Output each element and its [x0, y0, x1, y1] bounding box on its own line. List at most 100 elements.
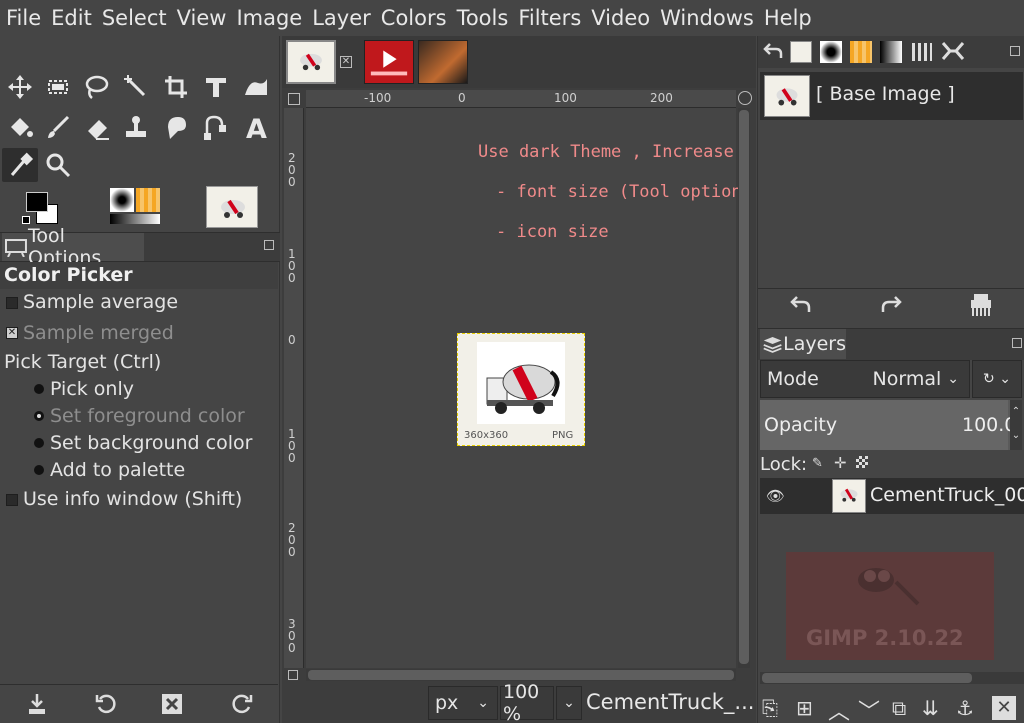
sample-average-checkbox[interactable] — [6, 297, 18, 309]
image-layer[interactable]: 360x360 PNG — [457, 333, 585, 446]
close-tab-icon[interactable]: ✕ — [340, 56, 352, 68]
image-tab-youtube[interactable] — [364, 40, 414, 84]
tab-menu-icon[interactable] — [264, 240, 274, 250]
vertical-scrollbar[interactable] — [738, 108, 750, 668]
composite-mode-select[interactable]: ↻ ⌄ — [972, 360, 1022, 398]
warp-tool-icon[interactable] — [238, 70, 274, 104]
tool-presets-tab-icon[interactable] — [940, 40, 966, 67]
new-layer-icon[interactable]: ⊞ — [796, 696, 813, 720]
brushes-tab-icon[interactable] — [820, 41, 842, 63]
sample-merged-checkbox[interactable]: ✕ — [6, 327, 18, 339]
zoom-input[interactable]: 100 % — [500, 681, 554, 723]
opacity-spinner[interactable]: ⌃ ⌄ — [1010, 400, 1022, 450]
lock-alpha-icon[interactable] — [856, 456, 868, 468]
quick-mask-corner-icon[interactable] — [288, 93, 300, 105]
layers-hscrollbar[interactable] — [760, 672, 1024, 684]
sample-average-label[interactable]: Sample average — [23, 291, 178, 313]
patterns-tab-icon[interactable] — [850, 41, 872, 63]
set-fg-label[interactable]: Set foreground color — [50, 405, 245, 427]
canvas[interactable]: Use dark Theme , Increase - font size (T… — [306, 108, 875, 668]
menu-layer[interactable]: Layer — [312, 6, 371, 30]
eye-icon[interactable]: 👁 — [766, 487, 785, 505]
zoom-fit-icon[interactable] — [738, 91, 752, 105]
active-image-thumbnail[interactable] — [206, 186, 258, 228]
menu-edit[interactable]: Edit — [51, 6, 92, 30]
horizontal-scrollbar[interactable] — [306, 669, 736, 681]
delete-layer-icon[interactable]: ✕ — [992, 696, 1016, 720]
palettes-tab-icon[interactable] — [912, 43, 932, 61]
set-bg-label[interactable]: Set background color — [50, 432, 252, 454]
move-tool-icon[interactable] — [2, 70, 38, 104]
navigate-icon[interactable] — [288, 670, 298, 680]
delete-options-icon[interactable] — [160, 692, 184, 721]
menu-video[interactable]: Video — [591, 6, 650, 30]
rect-select-tool-icon[interactable] — [40, 70, 76, 104]
lock-pixels-icon[interactable]: ✎ — [812, 456, 823, 471]
gradients-tab-icon[interactable] — [880, 41, 902, 63]
dock-menu-icon[interactable] — [1010, 46, 1020, 56]
clear-history-icon[interactable] — [968, 292, 994, 323]
layers-tab-menu-icon[interactable] — [1012, 338, 1022, 348]
pick-only-radio[interactable] — [34, 384, 44, 394]
zoom-dropdown[interactable]: ⌄ — [556, 686, 582, 720]
images-tab-icon[interactable] — [790, 41, 812, 63]
lock-position-icon[interactable]: ✛ — [834, 454, 847, 472]
image-tab-photo[interactable] — [418, 40, 468, 84]
tab-tool-options[interactable]: Tool Options — [2, 225, 144, 269]
clone-tool-icon[interactable] — [118, 110, 154, 144]
new-layer-group-icon[interactable]: ⎘ — [762, 696, 778, 720]
menu-filters[interactable]: Filters — [518, 6, 581, 30]
transform-tool-icon[interactable] — [198, 70, 234, 104]
reset-options-icon[interactable] — [230, 692, 254, 721]
menu-image[interactable]: Image — [236, 6, 302, 30]
layers-scroll-thumb[interactable] — [762, 673, 972, 683]
brush-pattern-gradient[interactable] — [108, 188, 162, 228]
menu-select[interactable]: Select — [102, 6, 167, 30]
mode-select[interactable]: Mode Normal ⌄ — [760, 360, 970, 398]
menu-help[interactable]: Help — [764, 6, 812, 30]
use-info-checkbox[interactable] — [6, 494, 18, 506]
add-palette-label[interactable]: Add to palette — [50, 459, 185, 481]
paths-tool-icon[interactable] — [198, 110, 234, 144]
save-options-icon[interactable] — [26, 692, 48, 721]
vertical-scroll-thumb[interactable] — [739, 110, 749, 664]
undo-history-tab-icon[interactable] — [762, 40, 784, 67]
merge-layer-icon[interactable]: ⇊ — [922, 696, 939, 720]
fg-bg-colors[interactable] — [22, 188, 66, 228]
use-info-label[interactable]: Use info window (Shift) — [23, 488, 242, 510]
horizontal-scroll-thumb[interactable] — [308, 670, 734, 680]
image-list-item[interactable]: [ Base Image ] — [760, 72, 1023, 120]
anchor-layer-icon[interactable]: ⚓ — [956, 696, 974, 720]
zoom-tool-icon[interactable] — [40, 148, 76, 182]
menu-windows[interactable]: Windows — [660, 6, 754, 30]
bucket-fill-tool-icon[interactable] — [2, 110, 38, 144]
redo-icon[interactable] — [880, 294, 902, 321]
eraser-tool-icon[interactable] — [80, 110, 116, 144]
opacity-slider[interactable]: Opacity 100.0 ⌃ ⌄ — [760, 400, 1022, 450]
set-bg-radio[interactable] — [34, 438, 44, 448]
menu-view[interactable]: View — [177, 6, 227, 30]
lower-layer-icon[interactable]: ﹀ — [858, 694, 880, 723]
fuzzy-select-tool-icon[interactable] — [118, 70, 154, 104]
menu-file[interactable]: File — [6, 6, 41, 30]
text-tool-icon[interactable]: A — [238, 110, 274, 144]
paintbrush-tool-icon[interactable] — [40, 110, 76, 144]
duplicate-layer-icon[interactable]: ⧉ — [892, 696, 906, 720]
add-palette-radio[interactable] — [34, 465, 44, 475]
tab-layers[interactable]: Layers — [760, 329, 846, 359]
raise-layer-icon[interactable]: ︿ — [828, 694, 850, 723]
unit-select[interactable]: px ⌄ — [428, 686, 498, 720]
restore-options-icon[interactable] — [94, 692, 118, 721]
smudge-tool-icon[interactable] — [158, 110, 194, 144]
undo-icon[interactable] — [790, 294, 812, 321]
image-tab-cementtruck[interactable] — [286, 40, 336, 84]
menu-tools[interactable]: Tools — [457, 6, 509, 30]
lasso-tool-icon[interactable] — [78, 70, 114, 104]
crop-tool-icon[interactable] — [158, 70, 194, 104]
color-picker-tool-icon[interactable] — [2, 148, 38, 182]
set-fg-radio[interactable] — [34, 411, 44, 421]
menu-colors[interactable]: Colors — [381, 6, 447, 30]
pick-only-label[interactable]: Pick only — [50, 378, 134, 400]
sample-merged-label[interactable]: Sample merged — [23, 322, 174, 344]
layer-row[interactable]: 👁 CementTruck_000 — [760, 478, 1024, 514]
